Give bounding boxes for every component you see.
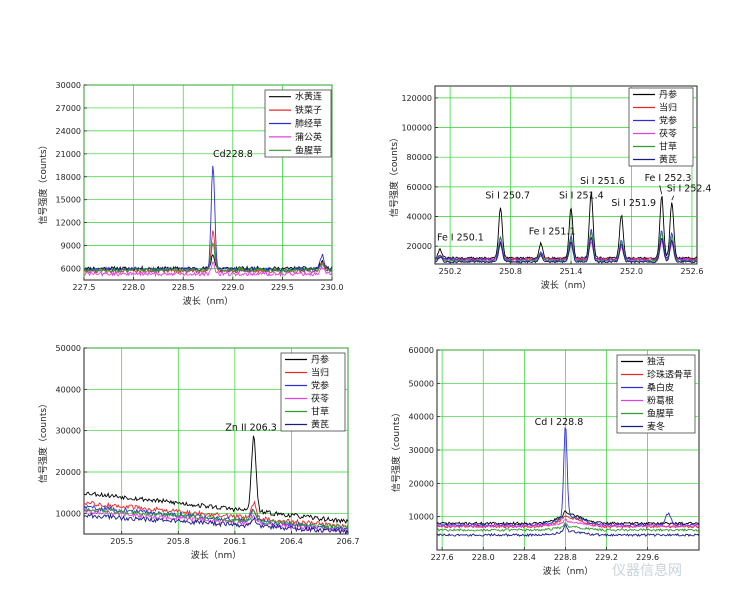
peak-annotation: Si I 251.6 [580,176,625,187]
y-tick-label: 20000 [56,468,81,477]
y-tick-label: 60000 [407,183,432,192]
x-tick-label: 227.5 [73,283,96,292]
x-tick-label: 228.4 [513,553,536,562]
x-tick-label: 230.0 [321,283,344,292]
y-tick-label: 40000 [56,385,81,394]
peak-annotation: Cd I 228.8 [535,417,584,428]
x-tick-label: 206.7 [337,537,360,546]
peak-annotation: Si I 251.4 [559,191,604,202]
y-tick-label: 100000 [401,124,432,133]
y-tick-label: 40000 [409,413,434,422]
x-axis-label: 波长（nm） [541,279,591,291]
y-tick-label: 20000 [409,479,434,488]
chart-fe-si-panel: 250.2 250.8 251.4 252.0 252.6 20000 40000 60000… [388,85,712,291]
x-axis-label: 波长（nm） [191,549,241,561]
x-tick-label: 227.6 [431,553,454,562]
chart-cd-panel-1: 227.5 228.0 228.5 229.0 229.5 230.0 6000 9000 12… [37,81,343,307]
y-tick-label: 30000 [409,446,434,455]
x-tick-label: 229.6 [636,553,659,562]
y-tick-label: 18000 [56,173,81,182]
figure-canvas: 227.5 228.0 228.5 229.0 229.5 230.0 6000 9000 12… [37,81,712,579]
y-axis-label: 信号强度（counts） [37,140,49,224]
x-tick-label: 251.4 [560,267,583,276]
x-tick-label: 250.2 [439,267,462,276]
x-tick-label: 229.0 [221,283,244,292]
y-tick-label: 9000 [61,242,81,251]
legend-entry: 丹参 [659,89,677,101]
peak-annotation: Cd228.8 [213,149,253,160]
x-tick-label: 229.5 [271,283,294,292]
legend-entry: 麦冬 [647,421,665,433]
x-tick-label: 206.4 [280,537,303,546]
legend-entry: 肺经草 [295,118,322,130]
y-tick-label: 27000 [56,104,81,113]
peak-annotation: Fe I 250.1 [437,232,484,243]
x-tick-label: 205.5 [110,537,133,546]
legend-entry: 丹参 [311,354,329,366]
peak-annotation: Zn II 206.3 [225,423,276,434]
legend-entry: 当归 [659,102,677,114]
legend-entry: 桑白皮 [647,382,674,394]
x-axis-label: 波长（nm） [543,565,593,577]
legend-entry: 铁菜子 [295,104,322,116]
peak-annotation: Fe I 251.1 [529,226,576,237]
y-tick-label: 12000 [56,219,81,228]
x-axis-label: 波长（nm） [183,295,233,307]
legend-entry: 党参 [659,115,677,127]
y-tick-label: 10000 [409,513,434,522]
legend-entry: 黄芪 [311,419,329,431]
x-tick-label: 228.5 [172,283,195,292]
x-tick-label: 205.8 [167,537,190,546]
legend-entry: 独活 [647,356,665,368]
x-tick-label: 252.6 [681,267,704,276]
legend-entry: 黄芪 [659,154,677,166]
legend-entry: 当归 [311,367,329,379]
x-tick-label: 228.0 [472,553,495,562]
watermark: 仪器信息网 [612,562,682,579]
y-tick-label: 24000 [56,127,81,136]
y-tick-label: 50000 [409,379,434,388]
y-axis-label: 信号强度（counts） [37,399,49,483]
y-tick-label: 60000 [409,346,434,355]
x-tick-label: 252.0 [620,267,643,276]
legend-entry: 茯苓 [659,128,677,140]
legend-entry: 蒲公英 [295,131,322,143]
legend-entry: 水黄连 [295,91,322,103]
y-tick-label: 30000 [56,427,81,436]
legend-entry: 粉葛根 [647,395,674,407]
x-tick-label: 206.1 [223,537,246,546]
y-tick-label: 30000 [56,81,81,90]
y-tick-label: 6000 [61,265,81,274]
peak-annotation: Fe I 252.3 [645,173,692,184]
legend-entry: 鱼腥草 [295,144,322,156]
y-tick-label: 50000 [56,344,81,353]
peak-annotation: Si I 251.9 [611,198,656,209]
legend-entry: 茯苓 [311,393,329,405]
y-tick-label: 21000 [56,150,81,159]
y-tick-label: 120000 [401,94,432,103]
peak-annotation: Si I 252.4 [667,183,712,194]
x-tick-label: 228.8 [554,553,577,562]
x-tick-label: 228.0 [122,283,145,292]
y-tick-label: 10000 [56,509,81,518]
legend-entry: 珍珠透骨草 [647,369,692,381]
legend-entry: 甘草 [659,141,677,153]
y-axis-label: 信号强度（counts） [390,408,402,492]
x-tick-label: 229.2 [595,553,618,562]
peak-annotation: Si I 250.7 [485,191,530,202]
y-tick-label: 80000 [407,153,432,162]
y-tick-label: 15000 [56,196,81,205]
x-tick-label: 250.8 [499,267,522,276]
legend-entry: 党参 [311,380,329,392]
y-tick-label: 40000 [407,213,432,222]
y-axis-label: 信号强度（counts） [388,133,400,217]
legend-entry: 鱼腥草 [647,408,674,420]
y-tick-label: 20000 [407,242,432,251]
chart-zn-panel: 205.5 205.8 206.1 206.4 206.7 10000 20000 30000… [37,344,359,561]
chart-cd-panel-2: 227.6 228.0 228.4 228.8 229.2 229.6 10000 20000… [390,346,700,577]
legend-entry: 甘草 [311,406,329,418]
